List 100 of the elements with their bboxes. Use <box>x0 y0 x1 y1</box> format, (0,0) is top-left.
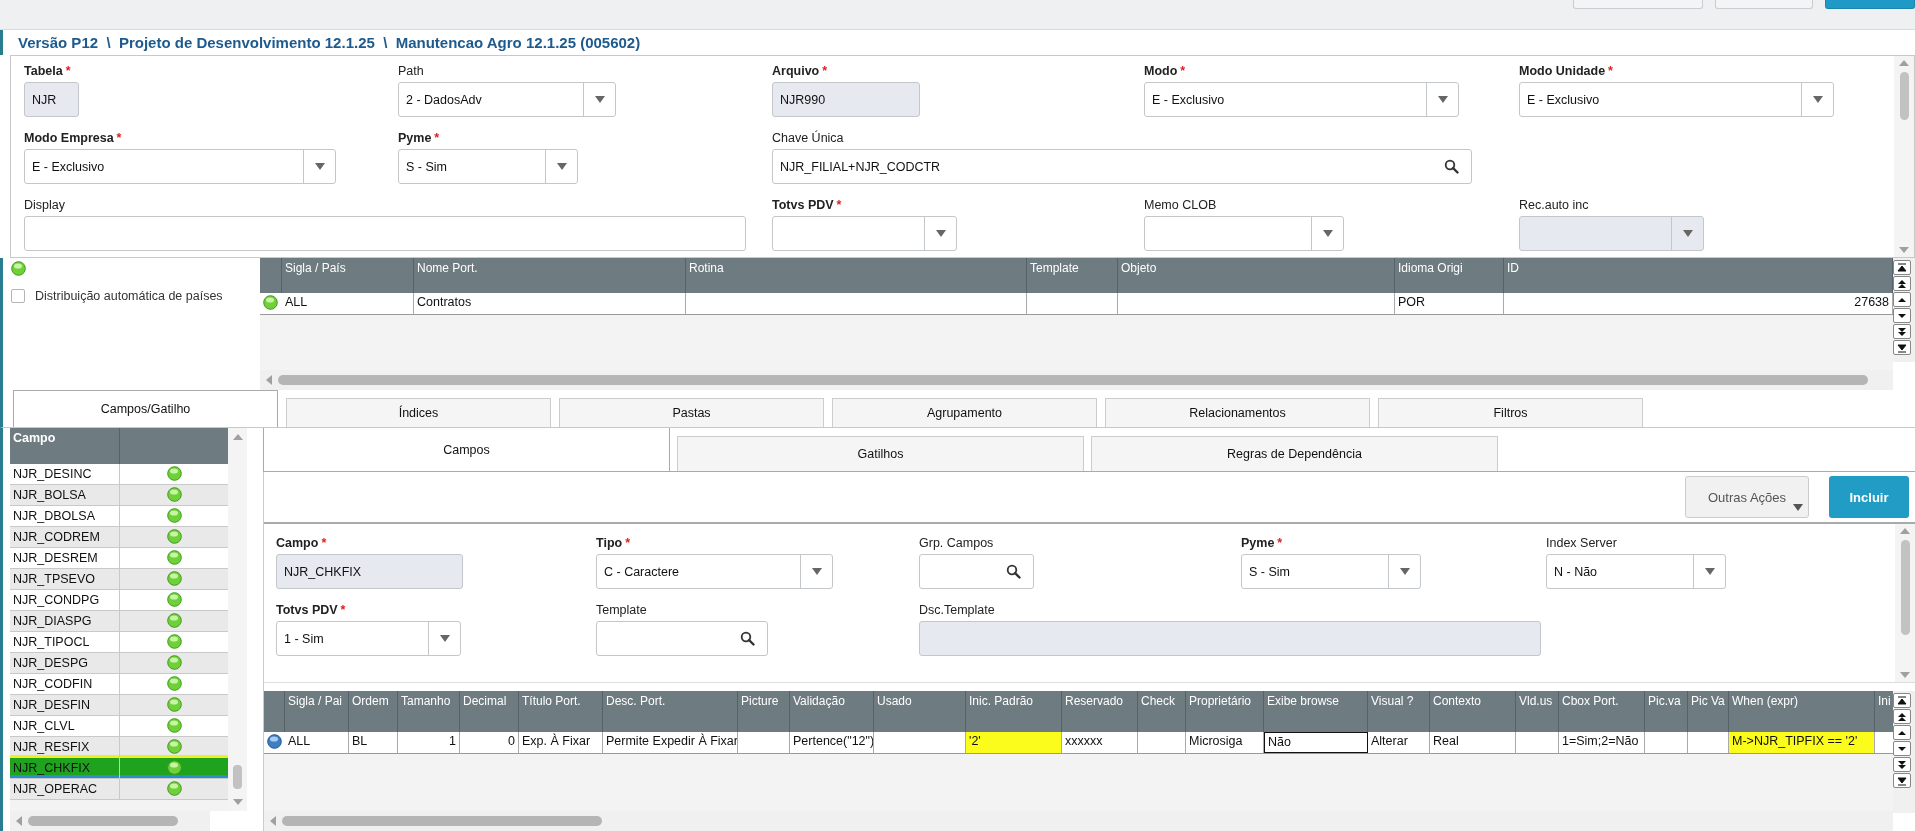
dropdown-field[interactable] <box>772 216 957 251</box>
search-icon <box>1444 159 1459 174</box>
list-item[interactable]: NJR_TIPOCL <box>10 632 228 653</box>
status-dot-icon <box>166 676 182 691</box>
tab[interactable]: Índices <box>286 398 551 427</box>
input-field[interactable]: NJR <box>24 82 79 117</box>
column-header[interactable]: Exibe browse <box>1264 691 1368 732</box>
tab[interactable]: Filtros <box>1378 398 1643 427</box>
caret-icon <box>1399 568 1410 575</box>
search-field[interactable] <box>919 554 1034 589</box>
tab[interactable]: Pastas <box>559 398 824 427</box>
scroll-button[interactable] <box>1893 324 1911 339</box>
caret-icon <box>935 230 946 237</box>
scroll-button[interactable] <box>1893 741 1911 756</box>
tab[interactable]: Agrupamento <box>832 398 1097 427</box>
status-dot-icon <box>166 697 182 712</box>
status-dot-icon <box>166 634 182 649</box>
caret-icon <box>1812 96 1823 103</box>
dropdown-field[interactable]: E - Exclusivo <box>24 149 336 184</box>
scroll-button[interactable] <box>1893 693 1911 708</box>
search-field[interactable] <box>596 621 768 656</box>
scroll-button[interactable] <box>1893 308 1911 323</box>
toolbar-button[interactable] <box>1573 0 1703 9</box>
table-cell: BL <box>349 732 398 753</box>
table-cell: POR <box>1395 293 1504 314</box>
tab[interactable]: Relacionamentos <box>1105 398 1370 427</box>
field-label: Tabela <box>24 64 63 78</box>
caret-icon <box>439 635 450 642</box>
status-dot-icon <box>166 718 182 733</box>
list-item[interactable]: NJR_TPSEVO <box>10 569 228 590</box>
dropdown-field[interactable]: E - Exclusivo <box>1144 82 1459 117</box>
status-dot-icon <box>263 295 278 310</box>
list-item[interactable]: NJR_OPERAC <box>10 779 228 800</box>
caret-icon <box>1682 230 1693 237</box>
horizontal-scrollbar[interactable] <box>10 811 210 831</box>
dropdown-field[interactable] <box>1519 216 1704 251</box>
caret-icon <box>1704 568 1715 575</box>
dropdown-field[interactable]: S - Sim <box>398 149 578 184</box>
more-actions-button[interactable]: Outras Ações <box>1685 476 1809 518</box>
scroll-button[interactable] <box>1893 757 1911 772</box>
search-icon <box>740 631 755 646</box>
dropdown-field[interactable]: S - Sim <box>1241 554 1421 589</box>
status-dot-icon <box>166 655 182 670</box>
status-dot-icon <box>166 466 182 481</box>
input-field[interactable] <box>24 216 746 251</box>
search-icon <box>1006 564 1021 579</box>
list-item[interactable]: NJR_DESFIN <box>10 695 228 716</box>
list-item[interactable]: NJR_CODREM <box>10 527 228 548</box>
dropdown-field[interactable]: 2 - DadosAdv <box>398 82 616 117</box>
tab[interactable]: Gatilhos <box>677 436 1084 471</box>
table-cell: 1 <box>398 732 460 753</box>
scroll-button[interactable] <box>1893 292 1911 307</box>
input-field[interactable] <box>919 621 1541 656</box>
search-field[interactable]: NJR_FILIAL+NJR_CODCTR <box>772 149 1472 184</box>
checkbox[interactable] <box>11 289 25 303</box>
required-mark: * <box>1608 64 1613 78</box>
scroll-button[interactable] <box>1893 260 1911 275</box>
table-cell: Contratos <box>414 293 686 314</box>
dropdown-field[interactable]: C - Caractere <box>596 554 833 589</box>
list-item[interactable]: NJR_BOLSA <box>10 485 228 506</box>
tab[interactable]: Regras de Dependência <box>1091 436 1498 471</box>
field-label: Chave Única <box>772 131 844 145</box>
dropdown-field[interactable] <box>1144 216 1344 251</box>
scroll-button[interactable] <box>1893 725 1911 740</box>
field-label: Modo Empresa <box>24 131 114 145</box>
dropdown-field[interactable]: E - Exclusivo <box>1519 82 1834 117</box>
list-item[interactable]: NJR_DESREM <box>10 548 228 569</box>
scroll-button[interactable] <box>1893 709 1911 724</box>
field-label: Pyme <box>1241 536 1275 550</box>
scroll-button[interactable] <box>1893 340 1911 355</box>
field-label: Index Server <box>1546 536 1617 550</box>
table-cell: Microsiga <box>1186 732 1264 753</box>
list-item[interactable]: NJR_CODFIN <box>10 674 228 695</box>
list-item[interactable]: NJR_DBOLSA <box>10 506 228 527</box>
dropdown-field[interactable]: 1 - Sim <box>276 621 461 656</box>
field-label: Pyme <box>398 131 432 145</box>
toolbar-button[interactable] <box>1715 0 1813 9</box>
caret-icon <box>1793 504 1803 511</box>
status-dot-icon <box>166 739 182 754</box>
field-label: Tipo <box>596 536 623 550</box>
input-field[interactable]: NJR990 <box>772 82 920 117</box>
scroll-button[interactable] <box>1893 773 1911 788</box>
tab[interactable]: Campos <box>263 428 670 471</box>
list-item[interactable]: NJR_DIASPG <box>10 611 228 632</box>
toolbar-button[interactable] <box>1825 0 1915 9</box>
dropdown-field[interactable]: N - Não <box>1546 554 1726 589</box>
vertical-scrollbar[interactable] <box>1895 524 1915 682</box>
list-item[interactable]: NJR_CLVL <box>10 716 228 737</box>
list-item[interactable]: NJR_DESPG <box>10 653 228 674</box>
vertical-scrollbar[interactable] <box>228 428 247 811</box>
list-item[interactable]: NJR_CHKFIX <box>10 758 228 779</box>
input-field[interactable]: NJR_CHKFIX <box>276 554 463 589</box>
list-item[interactable]: NJR_DESINC <box>10 464 228 485</box>
list-item[interactable]: NJR_CONDPG <box>10 590 228 611</box>
vertical-scrollbar[interactable] <box>1894 56 1914 257</box>
tab[interactable]: Campos/Gatilho <box>13 390 278 427</box>
required-mark: * <box>321 536 327 550</box>
down-arrow-icon <box>1897 775 1907 786</box>
scroll-button[interactable] <box>1893 276 1911 291</box>
field-label: Memo CLOB <box>1144 198 1217 212</box>
